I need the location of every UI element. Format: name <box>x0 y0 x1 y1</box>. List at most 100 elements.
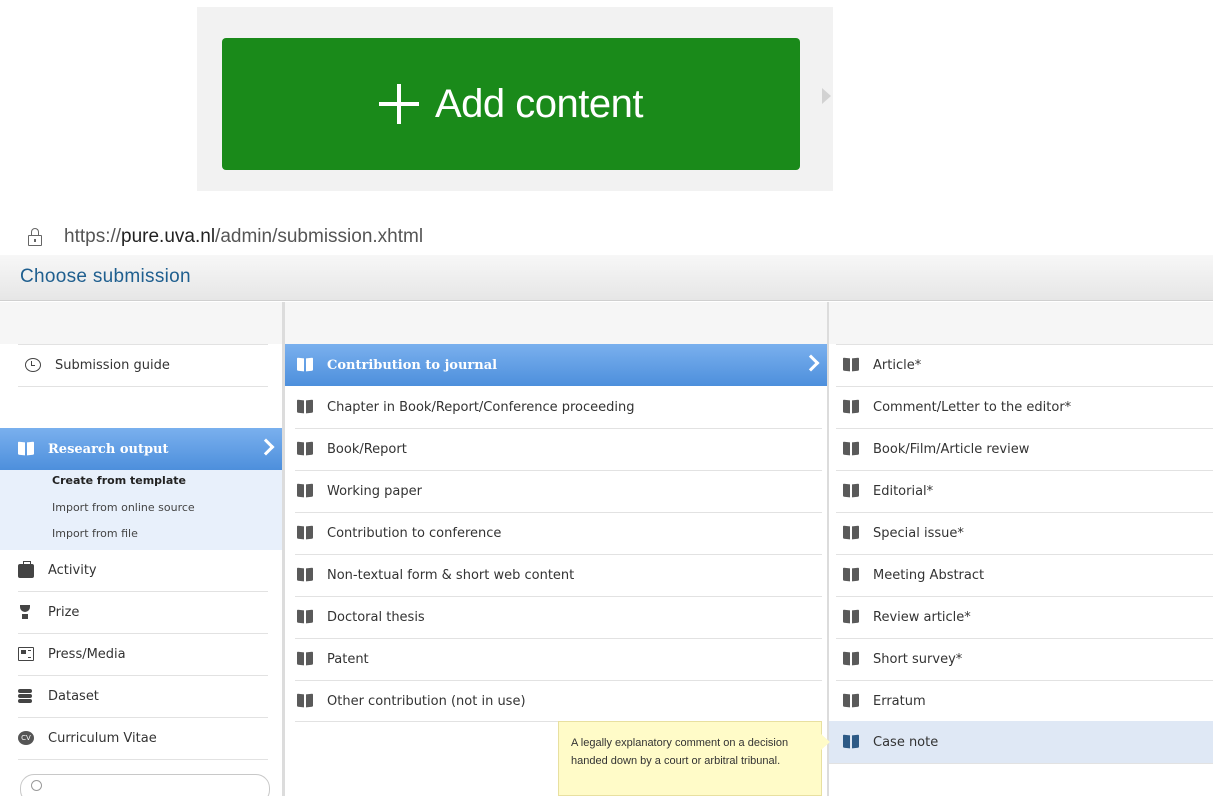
middle-column-top <box>285 302 827 344</box>
import-from-file-link[interactable]: Import from file <box>52 527 138 540</box>
list-item[interactable]: Article* <box>843 344 1213 386</box>
book-icon <box>297 610 313 624</box>
list-item[interactable]: Patent <box>297 638 822 680</box>
list-item-label: Comment/Letter to the editor* <box>873 399 1072 415</box>
book-icon <box>843 358 859 372</box>
divider <box>18 386 268 387</box>
list-item[interactable]: Erratum <box>843 680 1213 722</box>
book-icon <box>297 652 313 666</box>
sidebar-item-label: Curriculum Vitae <box>48 730 157 746</box>
address-bar: https://pure.uva.nl/admin/submission.xht… <box>28 222 423 252</box>
window-header: Choose submission <box>0 255 1213 301</box>
list-item[interactable]: Comment/Letter to the editor* <box>843 386 1213 428</box>
research-output-label: Research output <box>48 441 169 457</box>
right-column-top <box>829 302 1213 344</box>
divider <box>18 759 268 760</box>
search-input[interactable] <box>20 774 270 796</box>
list-item-label: Meeting Abstract <box>873 567 985 583</box>
list-item-label: Case note <box>873 734 939 750</box>
book-icon <box>297 442 313 456</box>
cv-icon: CV <box>18 731 34 745</box>
sidebar-item-label: Press/Media <box>48 646 126 662</box>
list-item-label: Chapter in Book/Report/Conference procee… <box>327 399 635 415</box>
sidebar-item-activity[interactable]: Activity <box>18 549 270 591</box>
list-item-contribution-to-journal[interactable]: Contribution to journal <box>285 344 827 386</box>
url-path: /admin/submission.xhtml <box>215 226 424 247</box>
list-item-label: Special issue* <box>873 525 964 541</box>
list-item[interactable]: Chapter in Book/Report/Conference procee… <box>297 386 822 428</box>
import-from-online-source-link[interactable]: Import from online source <box>52 501 195 514</box>
list-item-label: Short survey* <box>873 651 963 667</box>
list-item-label: Contribution to journal <box>327 357 498 373</box>
book-icon <box>297 526 313 540</box>
list-item-label: Non-textual form & short web content <box>327 567 575 583</box>
book-icon <box>297 400 313 414</box>
book-icon <box>297 568 313 582</box>
url-scheme: https:// <box>64 226 122 247</box>
lock-icon <box>28 228 42 246</box>
list-item[interactable]: Other contribution (not in use) <box>297 680 822 722</box>
list-item[interactable]: Editorial* <box>843 470 1213 512</box>
book-icon <box>843 610 859 624</box>
book-icon <box>297 358 313 372</box>
book-icon <box>843 652 859 666</box>
sidebar-item-dataset[interactable]: Dataset <box>18 675 270 717</box>
list-item[interactable]: Working paper <box>297 470 822 512</box>
left-column-top <box>0 302 282 344</box>
trophy-icon <box>18 605 34 619</box>
list-item[interactable]: Short survey* <box>843 638 1213 680</box>
chevron-right-icon <box>802 354 820 372</box>
list-item[interactable]: Review article* <box>843 596 1213 638</box>
book-icon <box>297 694 313 708</box>
book-icon <box>297 484 313 498</box>
create-from-template-link[interactable]: Create from template <box>52 474 186 487</box>
list-item[interactable]: Non-textual form & short web content <box>297 554 822 596</box>
book-icon <box>843 484 859 498</box>
tooltip-text: A legally explanatory comment on a decis… <box>571 737 789 767</box>
submission-guide-link[interactable]: Submission guide <box>25 344 270 386</box>
sidebar-item-label: Prize <box>48 604 80 620</box>
url-host: pure.uva.nl <box>121 226 216 247</box>
list-item[interactable]: Contribution to conference <box>297 512 822 554</box>
case-note-tooltip: A legally explanatory comment on a decis… <box>558 721 830 796</box>
book-icon <box>843 694 859 708</box>
briefcase-icon <box>18 561 34 578</box>
list-item-label: Contribution to conference <box>327 525 502 541</box>
book-icon <box>843 400 859 414</box>
sidebar-item-label: Activity <box>48 562 97 578</box>
plus-icon <box>379 84 419 124</box>
sidebar-item-research-output[interactable]: Research output <box>0 428 282 470</box>
book-icon <box>18 442 34 456</box>
book-icon <box>843 568 859 582</box>
list-item-label: Other contribution (not in use) <box>327 693 526 709</box>
research-output-submenu: Create from template Import from online … <box>0 470 282 550</box>
book-icon <box>843 442 859 456</box>
chevron-right-icon <box>257 438 275 456</box>
list-item[interactable]: Special issue* <box>843 512 1213 554</box>
database-icon <box>18 689 34 703</box>
list-item-label: Patent <box>327 651 369 667</box>
list-item-label: Book/Report <box>327 441 407 457</box>
add-content-panel: Add content <box>197 7 833 191</box>
add-content-label: Add content <box>435 81 644 126</box>
list-item-case-note[interactable]: Case note <box>829 721 1213 763</box>
list-item-label: Working paper <box>327 483 422 499</box>
sidebar-item-prize[interactable]: Prize <box>18 591 270 633</box>
expand-arrow-icon[interactable] <box>822 88 831 104</box>
book-icon <box>843 735 859 749</box>
list-item-label: Review article* <box>873 609 971 625</box>
sidebar-item-press-media[interactable]: Press/Media <box>18 633 270 675</box>
book-icon <box>843 526 859 540</box>
list-item-label: Doctoral thesis <box>327 609 425 625</box>
list-item[interactable]: Meeting Abstract <box>843 554 1213 596</box>
sidebar-item-curriculum-vitae[interactable]: CV Curriculum Vitae <box>18 717 270 759</box>
list-item-label: Erratum <box>873 693 926 709</box>
list-item[interactable]: Doctoral thesis <box>297 596 822 638</box>
search-icon <box>31 780 42 791</box>
list-item[interactable]: Book/Report <box>297 428 822 470</box>
history-icon <box>25 358 41 372</box>
list-item[interactable]: Book/Film/Article review <box>843 428 1213 470</box>
add-content-button[interactable]: Add content <box>222 38 800 170</box>
sidebar-item-label: Dataset <box>48 688 99 704</box>
divider <box>829 763 1213 764</box>
